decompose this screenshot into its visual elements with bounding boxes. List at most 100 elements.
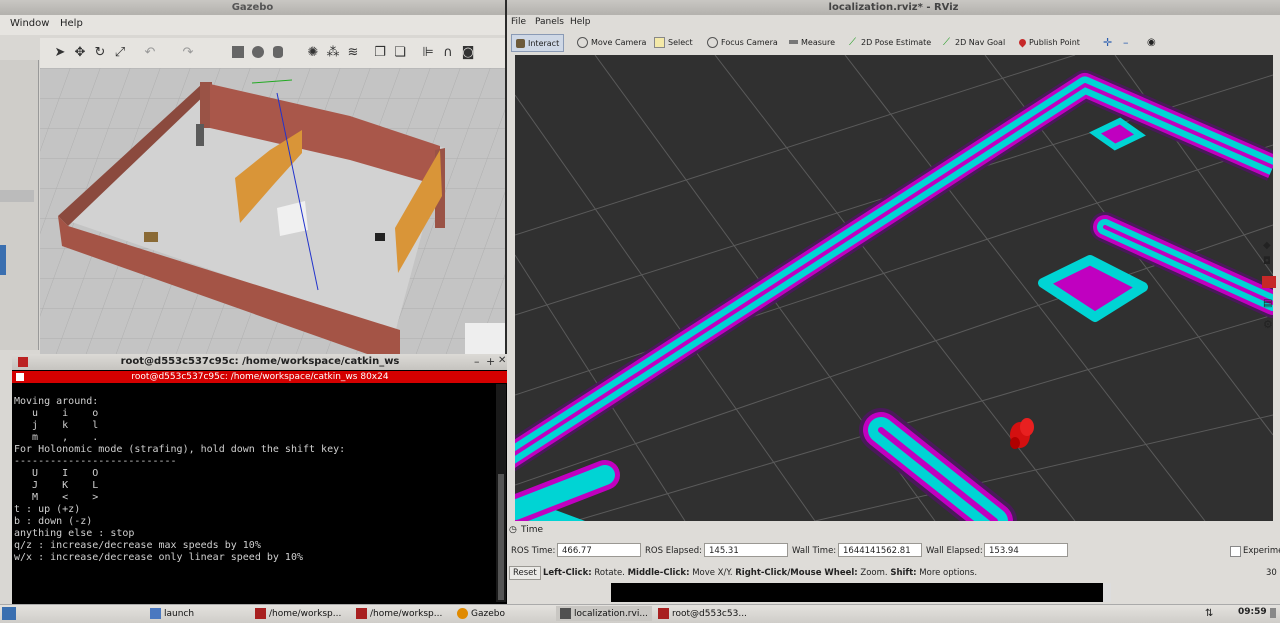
terminal-line: q/z : increase/decrease max speeds by 10… (14, 540, 261, 551)
map-pin-icon (1017, 37, 1028, 47)
task-terminal-3[interactable]: root@d553c53... (658, 606, 747, 621)
terminal-line: b : down (-z) (14, 516, 93, 527)
rviz-menubar: File Panels Help (507, 15, 1280, 30)
start-menu-icon[interactable] (2, 607, 16, 620)
menu-help[interactable]: Help (60, 18, 83, 29)
terminal-output[interactable]: Moving around: u i o j k l m , . For Holo… (14, 384, 494, 602)
hand-icon (516, 38, 525, 48)
panel-toggle-handle[interactable] (0, 245, 6, 275)
gazebo-menubar: Window Help (0, 15, 505, 35)
tool-publish-point[interactable]: Publish Point (1017, 34, 1080, 50)
menu-help[interactable]: Help (570, 17, 591, 27)
directional-light-icon[interactable]: ≋ (345, 44, 361, 60)
screenshot-icon[interactable]: ◙ (460, 44, 476, 60)
show-desktop-button[interactable] (1270, 608, 1276, 618)
ros-elapsed-label: ROS Elapsed: (645, 546, 702, 556)
time-panel-header: ◷ Time (507, 524, 1280, 538)
rviz-toolbar: Interact Move Camera Select Focus Camera… (507, 30, 1280, 54)
close-icon[interactable]: ✕ (498, 355, 506, 366)
task-terminal-1[interactable]: /home/worksp... (255, 606, 341, 621)
strip-scrollbar[interactable] (1103, 583, 1111, 602)
terminal-tab[interactable]: root@d553c537c95c: /home/workspace/catki… (12, 371, 508, 383)
rviz-3d-view[interactable] (515, 55, 1273, 521)
terminal-icon (356, 608, 367, 619)
tool-2d-pose-estimate[interactable]: ⟋ 2D Pose Estimate (849, 34, 931, 50)
task-terminal-2-label: /home/worksp... (370, 608, 443, 619)
record-icon[interactable] (1262, 276, 1276, 288)
terminal-icon (658, 608, 669, 619)
time-panel-row: ROS Time: 466.77 ROS Elapsed: 145.31 Wal… (507, 541, 1280, 561)
spot-light-icon[interactable]: ⁂ (325, 44, 341, 60)
menu-window[interactable]: Window (10, 18, 49, 29)
camera-icon[interactable]: ◘ (1263, 256, 1271, 267)
tab-icon (16, 373, 24, 381)
minimize-icon[interactable]: – (474, 355, 480, 368)
tool-settings-icon[interactable]: ◉ (1147, 34, 1156, 50)
terminal-app-icon (18, 357, 28, 367)
align-icon[interactable]: ⊫ (420, 44, 436, 60)
focus-camera-icon (707, 36, 718, 48)
network-icon[interactable]: ⇅ (1205, 608, 1213, 619)
terminal-line: w/x : increase/decrease only linear spee… (14, 552, 303, 563)
hint-bar: Reset Left-Click: Rotate. Middle-Click: … (507, 565, 1280, 583)
tool-focus-camera[interactable]: Focus Camera (707, 34, 778, 50)
sphere-shape-icon[interactable] (250, 44, 266, 60)
tool-interact[interactable]: Interact (511, 34, 565, 52)
task-launch[interactable]: launch (150, 606, 194, 621)
scrollbar-thumb[interactable] (498, 474, 504, 600)
gazebo-3d-scene[interactable] (40, 68, 505, 355)
terminal-line: anything else : stop (14, 528, 135, 539)
terminal-line: m , . (14, 432, 99, 443)
tool-2d-nav-goal[interactable]: ⟋ 2D Nav Goal (943, 34, 1005, 50)
paste-icon[interactable]: ❏ (392, 44, 408, 60)
box-shape-icon[interactable] (230, 44, 246, 60)
tool-move-camera[interactable]: Move Camera (577, 34, 646, 50)
image-icon[interactable]: ▤ (1263, 298, 1272, 309)
translate-icon[interactable]: ✥ (72, 44, 88, 60)
time-panel-title: Time (521, 525, 544, 535)
move-camera-icon (577, 36, 588, 48)
wall-elapsed-field[interactable]: 153.94 (984, 543, 1068, 557)
menu-panels[interactable]: Panels (535, 17, 564, 27)
add-tool-icon[interactable]: ✛ (1103, 34, 1112, 50)
terminal-window[interactable]: root@d553c537c95c: /home/workspace/catki… (12, 354, 508, 604)
copy-icon[interactable]: ❐ (372, 44, 388, 60)
tool-measure[interactable]: Measure (789, 34, 835, 50)
maximize-icon[interactable]: + (486, 355, 495, 368)
terminal-line: U I O (14, 468, 99, 479)
point-light-icon[interactable]: ✺ (305, 44, 321, 60)
terminal-scrollbar[interactable] (496, 384, 506, 602)
undo-icon[interactable]: ↶ (142, 44, 158, 60)
rotate-icon[interactable]: ↻ (92, 44, 108, 60)
pose-arrow-icon: ⟋ (849, 36, 856, 48)
tool-select[interactable]: Select (654, 34, 693, 50)
hint-right-click-label: Right-Click/Mouse Wheel: (735, 568, 858, 578)
wall-time-label: Wall Time: (792, 546, 837, 556)
terminal-line: M < > (14, 492, 99, 503)
hint-middle-click: Move X/Y. (692, 568, 733, 578)
view-icon[interactable]: ◆ (1263, 240, 1271, 251)
select-arrow-icon[interactable]: ➤ (52, 44, 68, 60)
wall-time-field[interactable]: 1644141562.81 (838, 543, 922, 557)
task-terminal-2[interactable]: /home/worksp... (356, 606, 442, 621)
cylinder-shape-icon[interactable] (270, 44, 286, 60)
remove-tool-icon[interactable]: – (1123, 34, 1129, 50)
reset-button[interactable]: Reset (509, 566, 541, 580)
mouse-hint-text: Left-Click: Rotate. Middle-Click: Move X… (543, 568, 977, 578)
task-gazebo[interactable]: Gazebo (457, 606, 505, 621)
experimental-checkbox[interactable] (1230, 546, 1241, 557)
menu-file[interactable]: File (511, 17, 526, 27)
tool-interact-label: Interact (528, 38, 560, 48)
left-panel-row (0, 190, 34, 202)
task-rviz[interactable]: localization.rvi... (556, 606, 652, 621)
scale-icon[interactable]: ⤢ (112, 44, 128, 60)
redo-icon[interactable]: ↷ (180, 44, 196, 60)
hint-left-click: Rotate. (594, 568, 625, 578)
tool-focus-camera-label: Focus Camera (721, 37, 778, 47)
gear-icon[interactable]: ⚙ (1263, 318, 1273, 331)
ros-time-field[interactable]: 466.77 (557, 543, 641, 557)
terminal-line: J K L (14, 480, 99, 491)
snap-icon[interactable]: ∩ (440, 44, 456, 60)
tool-move-camera-label: Move Camera (591, 37, 647, 47)
ros-elapsed-field[interactable]: 145.31 (704, 543, 788, 557)
